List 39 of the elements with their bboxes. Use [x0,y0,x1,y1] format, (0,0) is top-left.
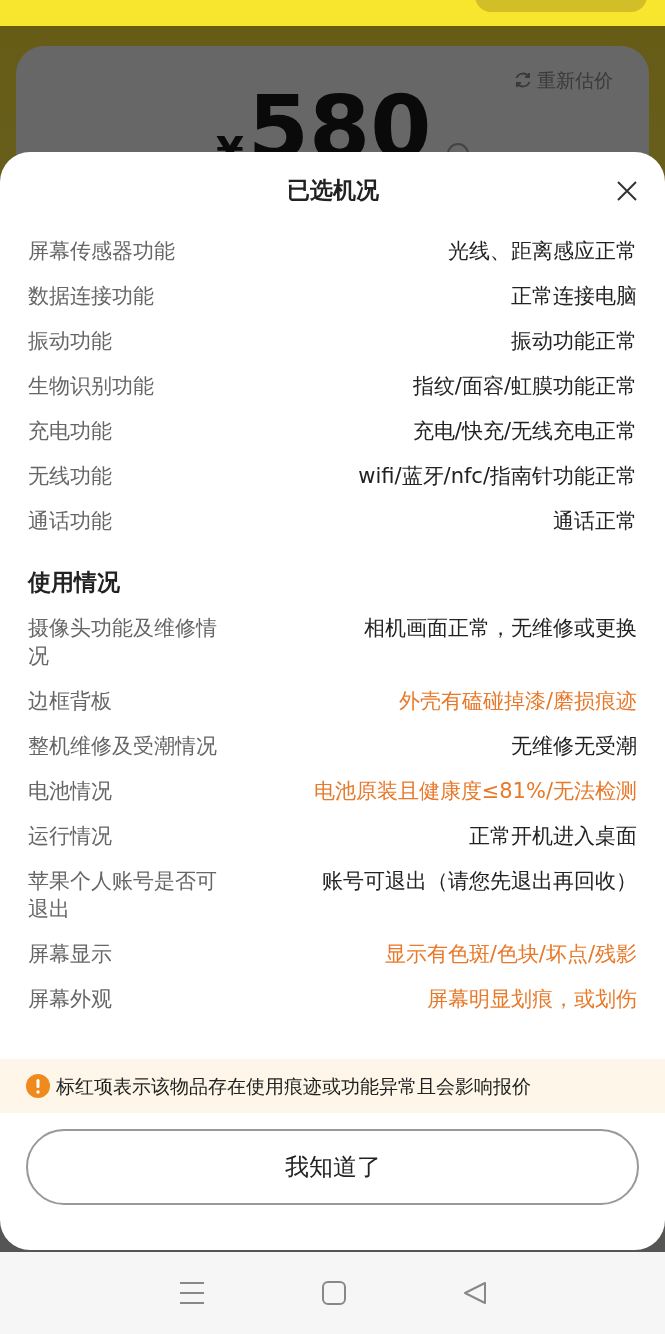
condition-label: 屏幕传感器功能 [28,237,175,265]
condition-value: 通话正常 [553,507,637,535]
condition-label: 充电功能 [28,417,112,445]
condition-value: 振动功能正常 [511,327,637,355]
condition-label: 无线功能 [28,462,112,490]
condition-value: 显示有色斑/色块/坏点/残影 [384,941,637,968]
condition-label: 屏幕显示 [28,941,112,968]
condition-value: 无维修无受潮 [511,733,637,760]
section-title: 使用情况 [28,568,121,597]
condition-label: 运行情况 [28,823,112,850]
condition-value: 外壳有磕碰掉漆/磨损痕迹 [398,688,637,715]
notice-text: 标红项表示该物品存在使用痕迹或功能异常且会影响报价 [56,1073,531,1099]
condition-label: 生物识别功能 [28,372,154,400]
condition-value: 正常开机进入桌面 [469,823,637,850]
condition-value: 电池原装且健康度≤81%/无法检测 [313,778,637,805]
condition-label: 振动功能 [28,327,112,355]
condition-label: 屏幕外观 [28,986,112,1013]
menu-icon[interactable] [178,1281,205,1305]
condition-value: 充电/快充/无线充电正常 [412,417,637,445]
condition-label: 摄像头功能及维修情况 [28,615,218,670]
condition-value: wifi/蓝牙/nfc/指南针功能正常 [358,462,637,490]
condition-value: 账号可退出（请您先退出再回收） [322,868,637,895]
home-icon[interactable] [321,1281,346,1305]
condition-label: 边框背板 [28,688,112,715]
condition-label: 通话功能 [28,507,112,535]
condition-value: 屏幕明显划痕，或划伤 [427,986,637,1013]
condition-value: 指纹/面容/虹膜功能正常 [412,372,637,400]
sheet-title: 已选机况 [286,175,379,205]
close-button[interactable] [615,178,639,202]
condition-label: 电池情况 [28,778,112,805]
condition-label: 苹果个人账号是否可退出 [28,868,218,923]
condition-label: 数据连接功能 [28,282,154,310]
warning-icon [26,1074,50,1098]
back-icon[interactable] [462,1281,487,1305]
confirm-button[interactable]: 我知道了 [26,1129,639,1205]
condition-value: 相机画面正常，无维修或更换 [364,615,637,642]
condition-value: 正常连接电脑 [511,282,637,310]
condition-value: 光线、距离感应正常 [448,237,637,265]
condition-label: 整机维修及受潮情况 [28,733,217,760]
